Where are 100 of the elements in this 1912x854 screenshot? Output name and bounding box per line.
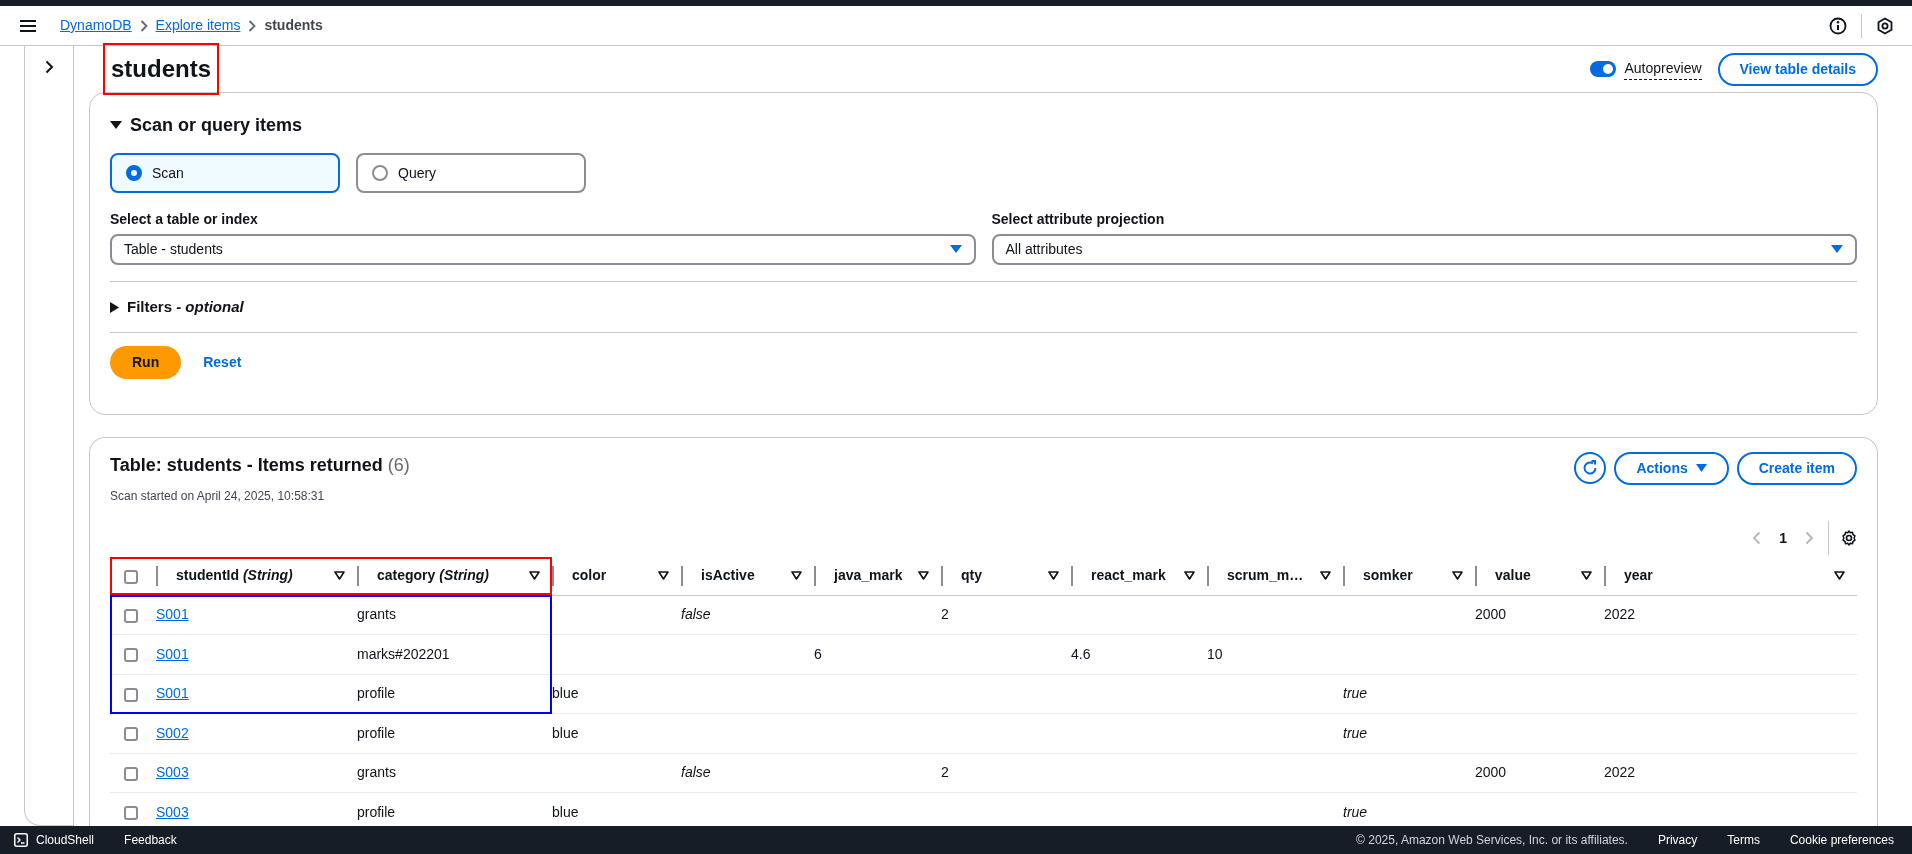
results-title: Table: students - Items returned (6) — [110, 454, 410, 477]
caret-down-icon — [1831, 245, 1843, 254]
table-cell: grants — [357, 606, 396, 623]
sort-icon[interactable] — [1184, 571, 1195, 581]
footer-link[interactable]: Cookie preferences — [1789, 831, 1894, 849]
table-cell: 4.6 — [1071, 645, 1091, 662]
table-cell: 6 — [814, 645, 822, 662]
table-cell: false — [681, 606, 711, 623]
field-label: Select a table or index — [110, 210, 259, 229]
item-link[interactable]: S001 — [156, 606, 189, 623]
breadcrumb-link[interactable]: DynamoDB — [60, 15, 132, 36]
settings-icon[interactable] — [1841, 530, 1857, 546]
page-number[interactable]: 1 — [1779, 527, 1787, 549]
table-select[interactable]: Table - students — [110, 234, 976, 265]
table-cell: profile — [357, 724, 396, 741]
sort-icon[interactable] — [791, 571, 802, 581]
row-checkbox[interactable] — [124, 608, 138, 623]
item-link[interactable]: S001 — [156, 685, 189, 702]
column-header[interactable]: react_mark — [1091, 565, 1166, 587]
column-header[interactable]: category (String) — [377, 565, 489, 587]
row-checkbox[interactable] — [124, 766, 138, 781]
sort-icon[interactable] — [1834, 571, 1845, 581]
row-checkbox[interactable] — [124, 806, 138, 821]
column-header[interactable]: color — [572, 565, 607, 587]
chevron-right-icon — [139, 19, 148, 32]
terminal-icon[interactable] — [14, 833, 28, 847]
caret-down-icon — [1695, 464, 1707, 473]
radio-option[interactable]: Scan — [110, 153, 340, 193]
sort-icon[interactable] — [1048, 571, 1059, 581]
breadcrumb-link[interactable]: Explore items — [155, 15, 241, 36]
table-cell: true — [1343, 724, 1368, 741]
section-title: Scan or query items — [130, 113, 303, 137]
breadcrumb-current: students — [264, 16, 323, 35]
item-link[interactable]: S002 — [156, 724, 189, 741]
item-link[interactable]: S003 — [156, 764, 189, 781]
sort-icon[interactable] — [918, 571, 929, 581]
table-cell: blue — [552, 803, 579, 820]
table-cell: profile — [357, 685, 396, 702]
table-cell: marks#202201 — [357, 645, 450, 662]
column-header[interactable]: isActive — [701, 565, 755, 587]
view-table-details-button[interactable]: View table details — [1717, 52, 1878, 86]
column-header[interactable]: somker — [1363, 565, 1413, 587]
reset-button[interactable]: Reset — [181, 346, 264, 379]
sort-icon[interactable] — [1320, 571, 1331, 581]
sort-icon[interactable] — [1581, 571, 1592, 581]
page-title: students — [111, 54, 211, 84]
caret-right-icon[interactable] — [110, 301, 119, 313]
table-cell: blue — [552, 724, 579, 741]
select-all-checkbox[interactable] — [124, 569, 138, 584]
row-checkbox[interactable] — [124, 727, 138, 742]
table-cell: 2 — [941, 606, 949, 623]
chevron-right-icon[interactable] — [44, 60, 54, 74]
table-cell: 2022 — [1604, 606, 1636, 623]
row-checkbox[interactable] — [124, 687, 138, 702]
caret-down-icon — [949, 245, 962, 254]
create-item-button[interactable]: Create item — [1736, 452, 1857, 485]
autopreview-toggle[interactable] — [1590, 61, 1617, 77]
projection-select[interactable]: All attributes — [991, 234, 1857, 265]
table-cell: blue — [552, 685, 579, 702]
column-header[interactable]: year — [1624, 565, 1653, 587]
item-link[interactable]: S001 — [156, 645, 189, 662]
row-checkbox[interactable] — [124, 648, 138, 663]
table-cell: 2000 — [1475, 764, 1507, 781]
sort-icon[interactable] — [334, 571, 345, 581]
column-header[interactable]: value — [1495, 565, 1531, 587]
table-cell: true — [1343, 803, 1368, 820]
scan-timestamp: Scan started on April 24, 2025, 10:58:31 — [110, 488, 326, 505]
column-header[interactable]: qty — [961, 565, 982, 587]
table-cell: false — [681, 764, 711, 781]
table-cell: true — [1343, 685, 1368, 702]
filters-toggle[interactable]: Filters - optional — [127, 295, 244, 319]
column-header[interactable]: java_mark — [834, 565, 903, 587]
field-label: Select attribute projection — [991, 210, 1166, 229]
item-count: (6) — [387, 455, 410, 475]
sort-icon[interactable] — [529, 571, 540, 581]
caret-down-icon[interactable] — [110, 120, 122, 130]
menu-icon[interactable] — [20, 19, 36, 32]
copyright-text: © 2025, Amazon Web Services, Inc. or its affiliates. — [1356, 832, 1628, 849]
cloudshell-link[interactable]: CloudShell — [36, 831, 95, 849]
run-button[interactable]: Run — [110, 346, 182, 379]
table-cell: 2022 — [1604, 764, 1636, 781]
radio-option[interactable]: Query — [356, 153, 586, 193]
autopreview-label: Autopreview — [1624, 58, 1702, 80]
sort-icon[interactable] — [658, 571, 669, 581]
item-link[interactable]: S003 — [156, 803, 189, 820]
sort-icon[interactable] — [1452, 571, 1463, 581]
column-header[interactable]: studentId (String) — [176, 565, 293, 587]
chevron-right-icon — [248, 19, 257, 32]
feedback-link[interactable]: Feedback — [124, 831, 177, 849]
column-header[interactable]: scrum_m… — [1227, 565, 1304, 587]
actions-button[interactable]: Actions — [1614, 452, 1729, 485]
table-cell: profile — [357, 803, 396, 820]
info-icon[interactable] — [1829, 16, 1847, 35]
hexagon-icon[interactable] — [1876, 16, 1894, 35]
footer-link[interactable]: Terms — [1727, 831, 1760, 849]
footer-link[interactable]: Privacy — [1657, 831, 1698, 849]
refresh-button[interactable] — [1574, 452, 1607, 484]
table-cell: 10 — [1207, 645, 1223, 662]
table-cell: 2 — [941, 764, 949, 781]
table-cell: 2000 — [1475, 606, 1507, 623]
